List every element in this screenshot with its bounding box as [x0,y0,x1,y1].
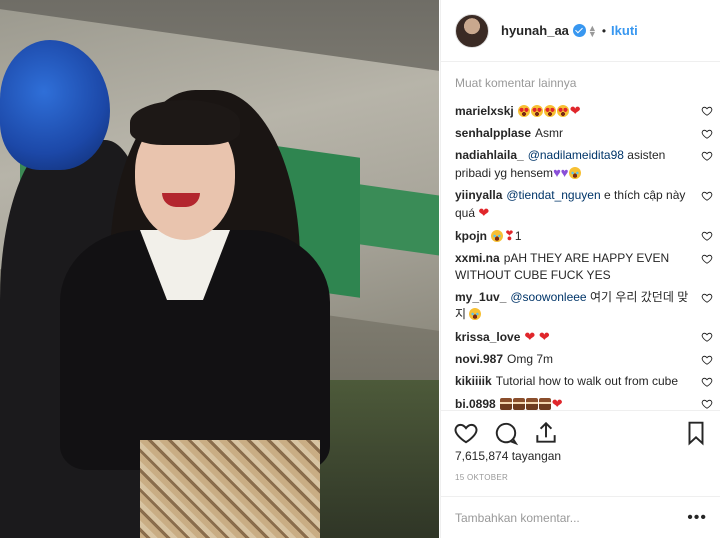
comment-username[interactable]: krissa_love [455,330,520,344]
like-comment-heart-icon[interactable] [701,354,713,366]
cake-emoji-icon [512,398,525,410]
comment-text: Omg 7m [507,352,554,366]
like-comment-heart-icon[interactable] [701,150,713,162]
comment-row: novi.987 Omg 7m [455,351,713,368]
photo-sign-right [360,184,439,256]
comment-username[interactable]: kikiiiik [455,374,492,388]
heart-emoji-icon: ❤ [478,205,490,220]
like-comment-heart-icon[interactable] [701,105,713,117]
comment-row: senhalpplase Asmr [455,125,713,142]
speech-bubble-icon[interactable] [493,420,519,446]
comment-text: Tutorial how to walk out from cube [495,374,679,388]
comment-row: kikiiiik Tutorial how to walk out from cu… [455,373,713,390]
comment-username[interactable]: novi.987 [455,352,503,366]
comment-text: Asmr [535,126,564,140]
comment-username[interactable]: senhalpplase [455,126,531,140]
heart-emoji-icon: ❤ ❤ [524,329,550,344]
comment-username[interactable]: my_1uv_ [455,290,506,304]
cake-emoji-icon [499,398,512,410]
mention-link[interactable]: @tiendat_nguyen [506,188,600,202]
verified-badge-icon [572,24,586,37]
like-comment-heart-icon[interactable] [701,376,713,388]
heart-emoji-icon: ❣ [504,228,515,243]
heart-eyes-emoji-icon [530,105,543,117]
heart-eyes-emoji-icon [543,105,556,117]
separator-dot: • [601,23,607,38]
cake-emoji-icon [538,398,551,410]
cake-emoji-icon [525,398,538,410]
comment-username[interactable]: xxmi.na [455,251,500,265]
comment-username[interactable]: yiinyalla [455,188,502,202]
like-comment-heart-icon[interactable] [701,190,713,202]
chevron-updown-icon[interactable]: ▲ ▼ [588,23,597,38]
more-options-icon[interactable]: ••• [687,509,707,527]
laugh-emoji-icon [491,230,503,242]
follow-button[interactable]: Ikuti [611,23,638,38]
heart-eyes-emoji-icon [556,105,569,117]
like-comment-heart-icon[interactable] [701,398,713,410]
like-comment-heart-icon[interactable] [701,230,713,242]
comment-text: 1 [514,229,522,243]
comment-row: kpojn ❣1 [455,227,713,245]
like-comment-heart-icon[interactable] [701,128,713,140]
heart-emoji-icon: ♥♥ [553,165,569,180]
add-comment-bar: ••• [441,496,720,538]
comment-row: yiinyalla @tiendat_nguyen e thích cập này… [455,187,713,222]
comment-username[interactable]: kpojn [455,229,487,243]
avatar[interactable] [455,13,489,48]
heart-outline-icon[interactable] [453,420,479,446]
laugh-emoji-icon [469,308,482,320]
photo-bangs [130,100,240,145]
laugh-emoji-icon [568,167,581,179]
comment-row: nadiahlaila_ @nadilameidita98 asisten pri… [455,147,713,182]
comment-input[interactable] [455,510,675,525]
share-arrow-icon[interactable] [533,420,559,446]
load-more-comments-link[interactable]: Muat komentar lainnya [455,76,713,100]
username-link[interactable]: hyunah_aa [501,23,569,38]
post-header: hyunah_aa ▲ ▼ • Ikuti [441,0,720,62]
post-date[interactable]: 15 OKTOBER [455,473,508,482]
heart-eyes-emoji-icon [517,105,530,117]
mention-link[interactable]: @nadilameidita98 [528,148,624,162]
comment-row: marielxskj ❤ [455,102,713,120]
like-comment-heart-icon[interactable] [701,253,713,265]
photo-skirt [140,440,320,538]
like-comment-heart-icon[interactable] [701,292,713,304]
view-count[interactable]: 7,615,874 tayangan [455,449,561,463]
heart-emoji-icon: ❤ [551,396,563,411]
comment-row: xxmi.na pAH THEY ARE HAPPY EVEN WITHOUT C… [455,250,713,284]
comment-username[interactable]: marielxskj [455,104,514,118]
comment-row: krissa_love ❤ ❤ [455,328,713,346]
mention-link[interactable]: @soowonleee [510,290,586,304]
post-side-panel: hyunah_aa ▲ ▼ • Ikuti Muat komentar lainn… [440,0,720,538]
comment-username[interactable]: bi.0898 [455,397,496,411]
comment-row: my_1uv_ @soowonleee 여기 우리 갔던데 맞지 [455,289,713,323]
comment-username[interactable]: nadiahlaila_ [455,148,524,162]
like-comment-heart-icon[interactable] [701,331,713,343]
bookmark-icon[interactable] [683,420,709,446]
action-bar [441,410,720,454]
comments-list: Muat komentar lainnya marielxskj ❤ senhalp… [455,76,713,418]
heart-emoji-icon: ❤ [569,103,581,118]
post-media[interactable] [0,0,439,538]
